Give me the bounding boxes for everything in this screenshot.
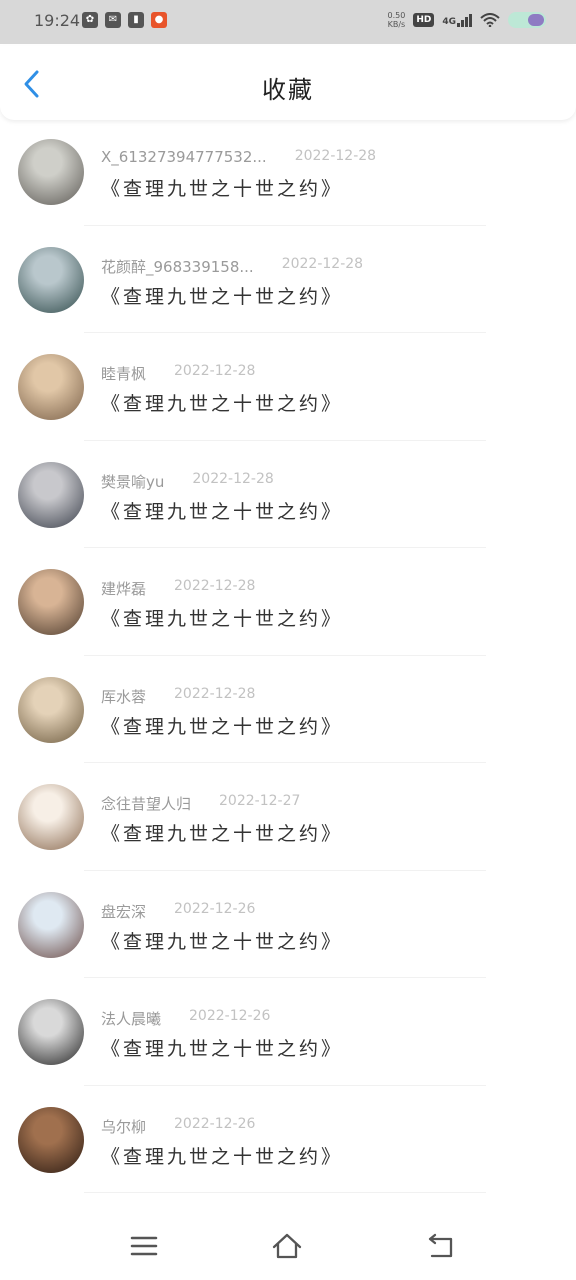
favorite-date: 2022-12-28	[174, 363, 256, 379]
status-time: 19:24	[34, 11, 81, 30]
user-name[interactable]: 法人晨曦	[101, 1008, 161, 1029]
favorite-date: 2022-12-28	[192, 470, 274, 487]
favorite-item[interactable]: 念往昔望人归 2022-12-27 《查理九世之十世之约》	[0, 763, 576, 871]
user-name[interactable]: 花颜醉_968339158...	[101, 256, 254, 277]
header: 收藏	[0, 46, 576, 120]
home-icon[interactable]	[271, 1230, 303, 1262]
favorite-item[interactable]: 樊景喻yu 2022-12-28 《查理九世之十世之约》	[0, 441, 576, 548]
user-avatar[interactable]	[18, 784, 84, 850]
message-notification-icon: ✉	[105, 12, 121, 28]
item-meta: 花颜醉_968339158... 2022-12-28	[101, 256, 363, 277]
favorite-date: 2022-12-26	[174, 900, 256, 917]
game-notification-icon: ●	[151, 12, 167, 28]
page-title: 收藏	[262, 76, 314, 104]
signal-icon: 4G	[442, 13, 472, 27]
network-speed-unit: KB/s	[387, 20, 406, 29]
app-notification-icon: ✿	[82, 12, 98, 28]
wifi-icon	[480, 13, 500, 27]
book-notification-icon: ▮	[128, 12, 144, 28]
favorite-item[interactable]: 厍水蓉 2022-12-28 《查理九世之十世之约》	[0, 656, 576, 763]
user-avatar[interactable]	[18, 1106, 84, 1173]
user-avatar[interactable]	[18, 354, 84, 420]
user-avatar[interactable]	[18, 139, 84, 205]
network-speed-value: 0.50	[387, 11, 406, 20]
item-meta: X_61327394777532... 2022-12-28	[101, 148, 376, 166]
user-avatar[interactable]	[18, 461, 84, 528]
user-avatar[interactable]	[18, 246, 84, 313]
user-name[interactable]: 睦青枫	[101, 363, 146, 384]
book-title[interactable]: 《查理九世之十世之约》	[101, 819, 343, 846]
favorite-date: 2022-12-28	[174, 685, 256, 702]
book-title[interactable]: 《查理九世之十世之约》	[101, 712, 343, 739]
favorite-date: 2022-12-26	[189, 1008, 271, 1024]
item-meta: 乌尔柳 2022-12-26	[101, 1116, 255, 1137]
favorite-date: 2022-12-28	[281, 255, 364, 272]
favorite-date: 2022-12-28	[174, 578, 256, 594]
menu-icon[interactable]	[128, 1230, 160, 1262]
favorite-item[interactable]: 建烨磊 2022-12-28 《查理九世之十世之约》	[0, 548, 576, 656]
notification-icons: ✿ ✉ ▮ ●	[82, 12, 167, 28]
book-title[interactable]: 《查理九世之十世之约》	[101, 927, 343, 954]
divider	[84, 1192, 486, 1193]
book-title[interactable]: 《查理九世之十世之约》	[101, 1034, 343, 1061]
item-meta: 樊景喻yu 2022-12-28	[101, 471, 274, 492]
user-name[interactable]: 建烨磊	[101, 578, 146, 599]
favorite-date: 2022-12-28	[294, 148, 377, 164]
user-name[interactable]: 盘宏深	[101, 901, 146, 922]
item-meta: 建烨磊 2022-12-28	[101, 578, 255, 599]
user-avatar[interactable]	[18, 891, 84, 958]
item-meta: 法人晨曦 2022-12-26	[101, 1008, 270, 1029]
favorite-item[interactable]: 花颜醉_968339158... 2022-12-28 《查理九世之十世之约》	[0, 226, 576, 333]
network-type: 4G	[442, 16, 456, 27]
favorite-date: 2022-12-27	[219, 793, 301, 809]
book-title[interactable]: 《查理九世之十世之约》	[101, 282, 343, 309]
back-icon[interactable]	[424, 1230, 456, 1262]
battery-icon	[508, 12, 546, 28]
user-avatar[interactable]	[18, 569, 84, 635]
item-meta: 厍水蓉 2022-12-28	[101, 686, 255, 707]
user-name[interactable]: 樊景喻yu	[101, 471, 164, 492]
user-name[interactable]: 念往昔望人归	[101, 793, 191, 814]
item-meta: 念往昔望人归 2022-12-27	[101, 793, 300, 814]
user-name[interactable]: 乌尔柳	[101, 1116, 146, 1137]
favorite-item[interactable]: 睦青枫 2022-12-28 《查理九世之十世之约》	[0, 333, 576, 441]
book-title[interactable]: 《查理九世之十世之约》	[101, 1142, 343, 1169]
system-nav-bar	[0, 1210, 576, 1280]
network-speed: 0.50 KB/s	[388, 11, 406, 29]
favorite-item[interactable]: 法人晨曦 2022-12-26 《查理九世之十世之约》	[0, 978, 576, 1086]
book-title[interactable]: 《查理九世之十世之约》	[101, 389, 343, 416]
hd-icon: HD	[413, 13, 435, 27]
user-name[interactable]: 厍水蓉	[101, 686, 146, 707]
favorites-list: X_61327394777532... 2022-12-28 《查理九世之十世之约》…	[0, 118, 576, 1193]
user-avatar[interactable]	[18, 999, 84, 1065]
book-title[interactable]: 《查理九世之十世之约》	[101, 604, 343, 631]
book-title[interactable]: 《查理九世之十世之约》	[101, 497, 343, 524]
item-meta: 睦青枫 2022-12-28	[101, 363, 255, 384]
favorite-date: 2022-12-26	[174, 1115, 256, 1132]
book-title[interactable]: 《查理九世之十世之约》	[101, 174, 343, 201]
item-meta: 盘宏深 2022-12-26	[101, 901, 255, 922]
user-avatar[interactable]	[18, 676, 84, 743]
favorite-item[interactable]: 盘宏深 2022-12-26 《查理九世之十世之约》	[0, 871, 576, 978]
status-indicators: 0.50 KB/s HD 4G	[388, 11, 546, 29]
user-name[interactable]: X_61327394777532...	[101, 148, 267, 166]
favorite-item[interactable]: X_61327394777532... 2022-12-28 《查理九世之十世之约》	[0, 118, 576, 226]
favorite-item[interactable]: 乌尔柳 2022-12-26 《查理九世之十世之约》	[0, 1086, 576, 1193]
status-bar: 19:24 ✿ ✉ ▮ ● 0.50 KB/s HD 4G	[0, 0, 576, 44]
